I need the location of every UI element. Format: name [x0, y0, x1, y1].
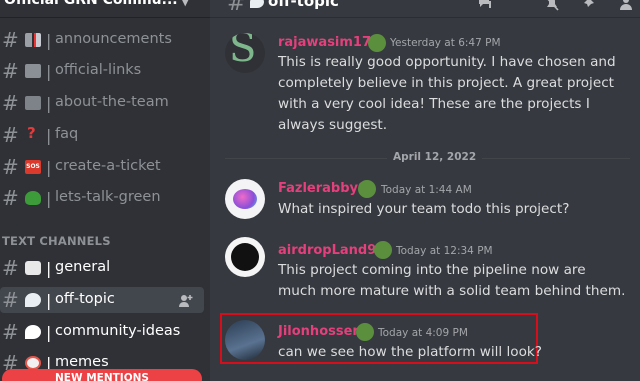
chevron-down-icon[interactable]: ▼ [181, 0, 189, 8]
speech-bubble-icon [25, 293, 41, 307]
message-list: S rajawasim176 Yesterday at 6:47 PM This… [210, 18, 640, 381]
pin-icon[interactable] [580, 0, 596, 10]
green-badge-icon [358, 180, 376, 198]
message-content: This project coming into the pipeline no… [278, 262, 626, 299]
world-map-icon [25, 64, 41, 78]
message-author[interactable]: Jilonhossen [278, 324, 362, 339]
date-divider-label: April 12, 2022 [387, 151, 483, 163]
message-timestamp: Today at 4:09 PM [378, 327, 468, 339]
message-content: This is really good opportunity. I have … [278, 54, 616, 133]
green-badge-icon [368, 34, 386, 52]
channel-faq[interactable]: # ? | faq [0, 122, 204, 148]
building-icon [25, 96, 41, 110]
megaphone-icon [25, 33, 41, 47]
channel-sidebar: Official GRN Commu... ▼ # | announcement… [0, 0, 210, 381]
hash-icon: # [2, 288, 19, 312]
question-mark-icon: ? [27, 124, 36, 142]
hash-icon: # [227, 0, 246, 16]
message-timestamp: Today at 12:34 PM [396, 245, 493, 257]
hash-icon: # [2, 59, 19, 83]
avatar[interactable] [225, 320, 265, 360]
channel-title: off-topic [268, 0, 339, 10]
green-badge-icon [374, 241, 392, 259]
green-badge-icon [356, 323, 374, 341]
sos-icon: SOS [25, 160, 41, 174]
add-member-icon[interactable] [179, 293, 193, 307]
message-content: can we see how the platform will look? [278, 344, 543, 360]
message-timestamp: Today at 1:44 AM [381, 184, 472, 196]
server-header[interactable]: Official GRN Commu... ▼ [0, 0, 210, 18]
speech-bubble-icon [25, 325, 41, 339]
message-author[interactable]: Fazlerabby0 [278, 181, 367, 196]
hash-icon: # [2, 320, 19, 344]
hash-icon: # [2, 155, 19, 179]
channel-community-ideas[interactable]: # | community-ideas [0, 319, 204, 345]
avatar-letter-s: S [229, 33, 257, 71]
avatar[interactable] [225, 179, 265, 219]
channel-general[interactable]: # | general [0, 255, 204, 281]
category-text-channels[interactable]: TEXT CHANNELS [2, 234, 111, 248]
speech-bubble-icon [250, 0, 264, 8]
hash-icon: # [2, 91, 19, 115]
member-list-icon[interactable] [619, 0, 635, 10]
hash-icon: # [2, 123, 19, 147]
new-mentions-button[interactable]: NEW MENTIONS [2, 369, 202, 381]
speech-bubble-icon [25, 261, 41, 275]
message-author[interactable]: airdropLand98 [278, 243, 385, 258]
message-author[interactable]: rajawasim176 [278, 35, 380, 50]
sold-out-stamp-icon [231, 243, 259, 271]
message-timestamp: Yesterday at 6:47 PM [390, 37, 501, 49]
channel-header: # off-topic [210, 0, 640, 18]
avatar-art [233, 189, 257, 209]
tree-icon [25, 191, 41, 205]
channel-off-topic[interactable]: # | off-topic [0, 287, 204, 313]
channel-about-the-team[interactable]: # | about-the-team [0, 90, 204, 116]
mute-bell-icon[interactable] [544, 0, 560, 11]
channel-lets-talk-green[interactable]: # | lets-talk-green [0, 185, 204, 211]
message-content: What inspired your team todo this projec… [278, 201, 570, 217]
hash-icon: # [2, 256, 19, 280]
clown-face-icon [25, 356, 41, 370]
avatar[interactable] [225, 237, 265, 277]
channel-announcements[interactable]: # | announcements [0, 27, 204, 53]
avatar[interactable]: S [225, 33, 265, 73]
server-name: Official GRN Commu... [4, 0, 178, 8]
threads-icon[interactable] [478, 0, 494, 10]
hash-icon: # [2, 28, 19, 52]
hash-icon: # [2, 186, 19, 210]
channel-official-links[interactable]: # | official-links [0, 58, 204, 84]
channel-create-a-ticket[interactable]: # SOS | create-a-ticket [0, 154, 204, 180]
